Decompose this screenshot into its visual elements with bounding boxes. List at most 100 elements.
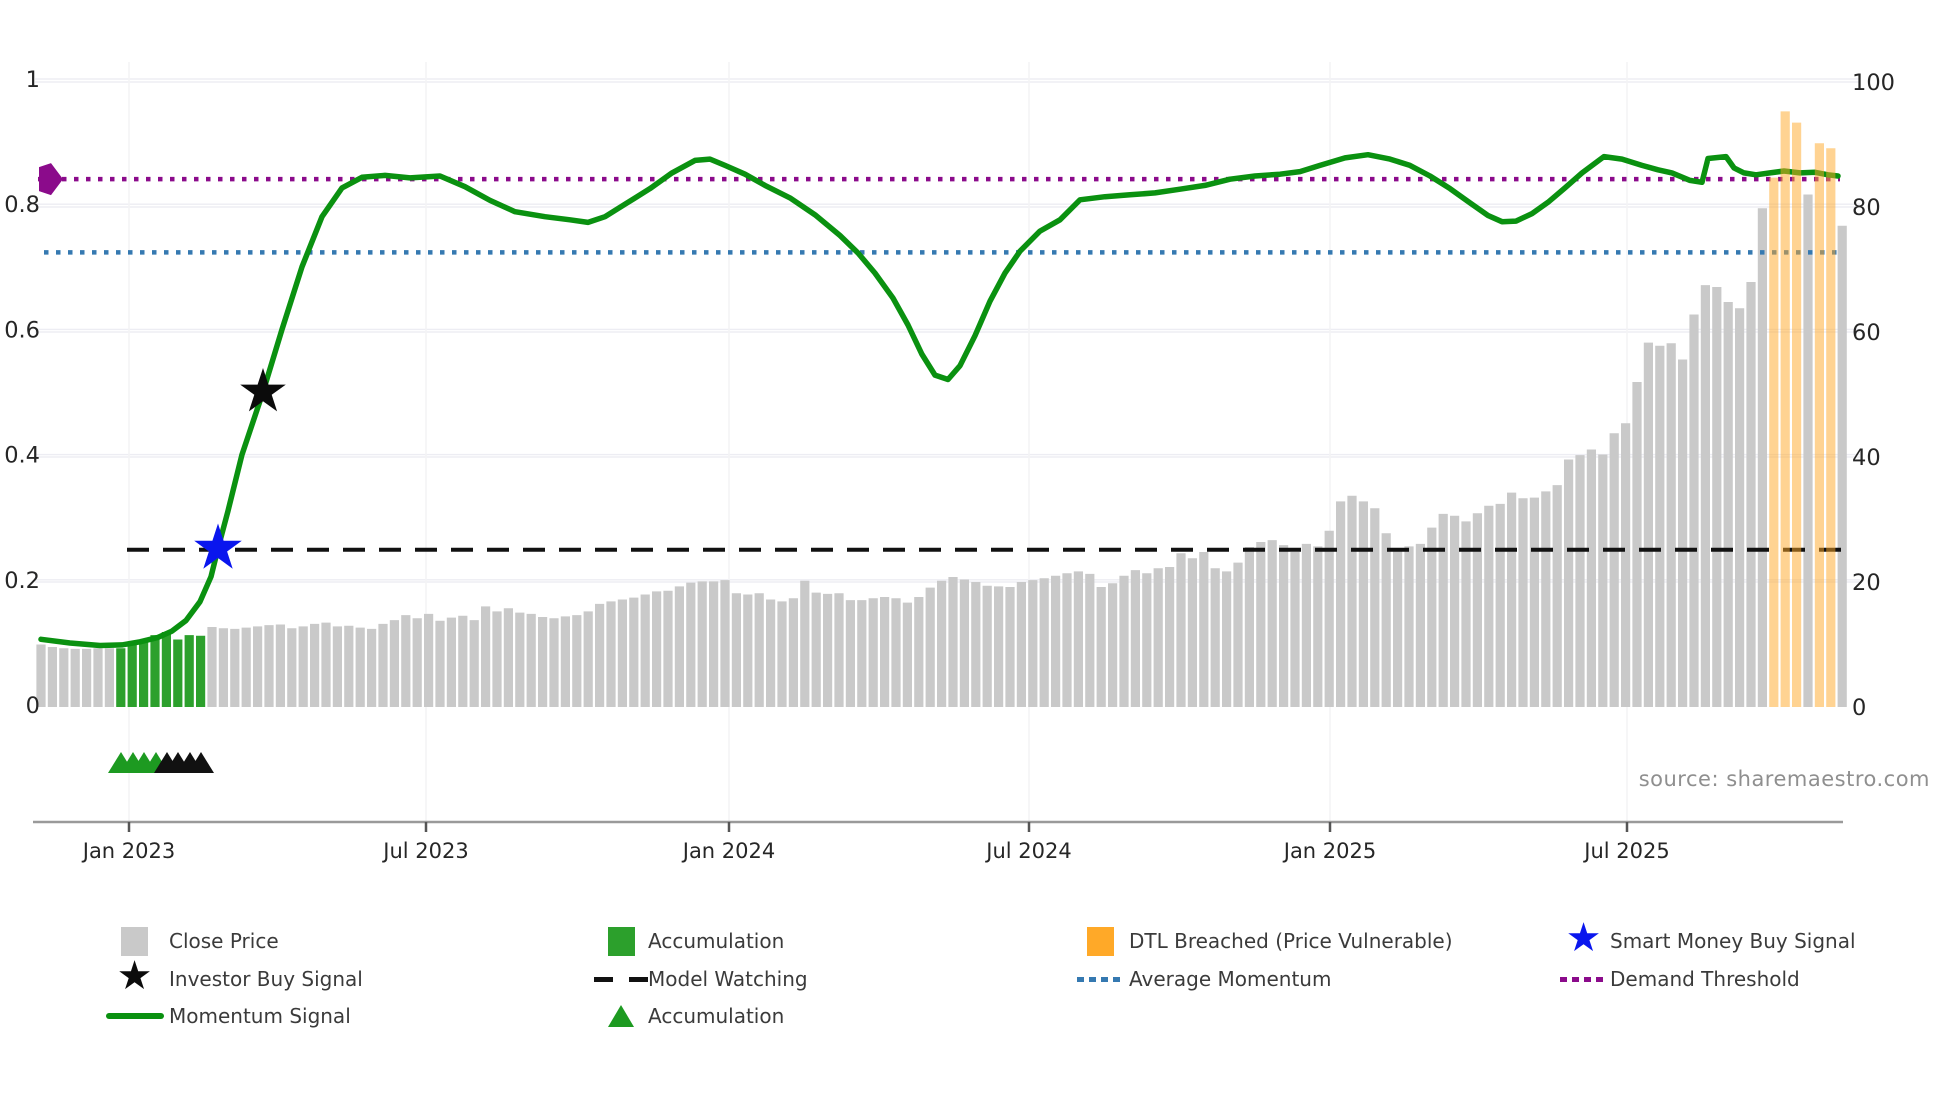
close-price-bar: [686, 582, 696, 707]
close-price-bar: [1085, 573, 1095, 707]
legend-item-investor-buy-signal: ★ Investor Buy Signal: [100, 953, 363, 999]
close-price-bar: [971, 582, 981, 707]
left-axis-label: 0.8: [4, 192, 40, 218]
close-price-bar: [857, 600, 867, 707]
black-star-icon: ★: [116, 953, 153, 999]
close-price-bar: [1598, 454, 1608, 707]
close-price-bar: [640, 594, 650, 707]
x-axis-label: Jul 2025: [1582, 839, 1669, 863]
legend-label: Accumulation: [648, 1004, 785, 1028]
close-price-bar: [959, 579, 969, 707]
close-price-bar: [1803, 194, 1813, 707]
right-axis-label: 60: [1852, 320, 1881, 346]
close-price-bar: [469, 620, 479, 707]
close-price-bar: [1700, 285, 1710, 707]
close-price-bar: [1837, 225, 1847, 707]
close-price-bar: [104, 648, 114, 707]
close-price-bar: [1153, 568, 1163, 707]
right-axis-label: 100: [1852, 70, 1895, 96]
close-price-bar: [1678, 359, 1688, 707]
dtl-breached-bar: [1780, 111, 1790, 707]
close-price-bar: [1586, 449, 1596, 707]
close-price-bar: [994, 586, 1004, 707]
close-price-bar: [1552, 485, 1562, 707]
close-price-bar: [1655, 345, 1665, 707]
accumulation-bar: [173, 639, 183, 707]
close-price-bar: [1381, 533, 1391, 707]
close-price-bar: [823, 593, 833, 707]
close-price-bar: [1028, 580, 1038, 707]
close-price-bar: [880, 597, 890, 707]
close-price-bar: [948, 577, 958, 707]
close-price-bar: [218, 628, 228, 707]
close-price-bar: [207, 627, 217, 707]
legend-item-accumulation-bar: Accumulation: [594, 922, 784, 960]
right-axis-label: 40: [1852, 445, 1881, 471]
dash-segment: [594, 976, 613, 982]
close-price-bar: [1187, 558, 1197, 707]
close-price-bar: [526, 613, 536, 707]
close-price-bar: [378, 623, 388, 707]
left-axis-label: 0.6: [4, 317, 40, 343]
legend-label: DTL Breached (Price Vulnerable): [1129, 929, 1453, 953]
close-price-bar: [1313, 546, 1323, 707]
x-axis-label: Jan 2024: [681, 839, 776, 863]
close-price-bar: [59, 648, 69, 707]
legend-item-dtl-breached: DTL Breached (Price Vulnerable): [1072, 922, 1453, 960]
legend-label: Demand Threshold: [1610, 967, 1800, 991]
close-price-bar: [1267, 540, 1277, 707]
close-price-bar: [389, 620, 399, 707]
close-price-bar: [697, 581, 707, 707]
accumulation-bar: [161, 632, 171, 707]
momentum-chart-page: Jan 2023 Jul 2023 Jan 2024 Jul 2024 Jan 2025…: [0, 0, 1960, 1102]
close-price-bar: [1324, 530, 1334, 707]
right-axis-label: 20: [1852, 570, 1881, 596]
close-price-bar: [811, 592, 821, 707]
close-price-bar: [629, 597, 639, 707]
close-price-bar: [1370, 508, 1380, 707]
dtl-breached-bar: [1769, 177, 1779, 707]
close-price-bar: [560, 616, 570, 707]
legend-item-momentum-signal: Momentum Signal: [100, 997, 351, 1035]
close-price-bar: [230, 628, 240, 707]
close-price-bar: [481, 606, 491, 707]
close-price-bar: [1472, 513, 1482, 707]
close-price-bar: [1222, 571, 1232, 707]
left-axis-label: 0.4: [4, 443, 40, 469]
x-axis-label: Jul 2024: [984, 839, 1071, 863]
legend-label: Model Watching: [648, 967, 808, 991]
close-price-bar: [1073, 571, 1083, 707]
left-axis-label: 0.2: [4, 568, 40, 594]
x-axis-label: Jan 2023: [81, 839, 176, 863]
green-line-icon: [105, 1013, 164, 1019]
close-price-bar: [1450, 515, 1460, 707]
close-price-bar: [344, 625, 354, 707]
close-price-bar: [1518, 498, 1528, 707]
dtl-breached-swatch-icon: [1087, 926, 1114, 956]
close-price-bar: [1632, 382, 1642, 707]
close-price-bar: [1016, 582, 1026, 707]
close-price-bar: [1393, 548, 1403, 707]
close-price-bar: [1415, 543, 1425, 707]
close-price-bar: [1301, 543, 1311, 707]
close-price-bar: [1039, 578, 1049, 707]
legend-item-smart-money-buy-signal: ★ Smart Money Buy Signal: [1557, 915, 1856, 961]
close-price-bar: [1119, 575, 1129, 707]
legend-label: Close Price: [169, 929, 279, 953]
close-price-bar: [264, 625, 274, 707]
close-price-bar: [1666, 343, 1676, 707]
close-price-bar: [492, 611, 502, 707]
close-price-bar: [332, 626, 342, 707]
close-price-bar: [788, 598, 798, 707]
close-price-bar: [834, 593, 844, 707]
demand-threshold-pointer: [39, 163, 63, 196]
close-price-bar: [606, 601, 616, 707]
close-price-bar: [1233, 562, 1243, 707]
close-price-bar: [1757, 208, 1767, 707]
smart-money-buy-signal-star: [194, 523, 242, 569]
close-price-bar: [275, 624, 285, 707]
close-price-bar: [982, 585, 992, 707]
close-price-bar: [503, 608, 513, 707]
blue-star-icon: ★: [1565, 915, 1602, 961]
close-price-bar: [617, 599, 627, 707]
